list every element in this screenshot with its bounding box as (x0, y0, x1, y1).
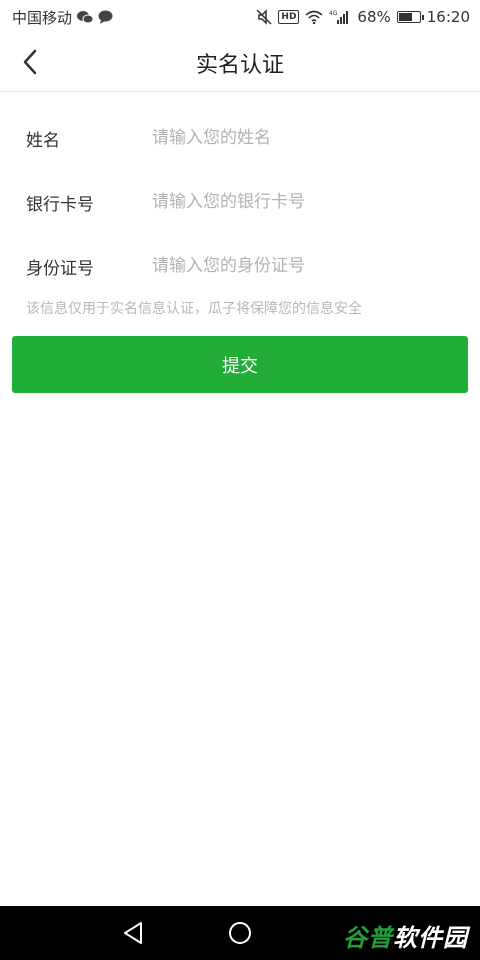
back-button[interactable] (10, 42, 50, 82)
mute-icon (256, 9, 272, 25)
back-triangle-icon (124, 922, 142, 944)
watermark-part-b: 软件园 (393, 924, 468, 952)
bank-card-label: 银行卡号 (26, 194, 94, 215)
name-input[interactable] (152, 118, 480, 158)
hd-icon: HD (278, 10, 300, 24)
nav-bar: 实名认证 (0, 34, 480, 92)
battery-fill (398, 13, 413, 21)
carrier-name: 中国移动 (12, 8, 73, 27)
network-type: 4G (329, 10, 338, 17)
verification-form: 姓名 银行卡号 身份证号 该信息仅用于实名信息认证，瓜子将保障您的信息安全 (0, 92, 480, 328)
page-title: 实名认证 (195, 52, 284, 78)
status-left: 中国移动 (12, 7, 113, 28)
battery-percent: 68% (357, 8, 391, 26)
name-label: 姓名 (26, 130, 60, 151)
chevron-left-icon (23, 49, 37, 75)
system-home-button[interactable] (225, 918, 255, 948)
privacy-hint: 该信息仅用于实名信息认证，瓜子将保障您的信息安全 (26, 301, 362, 317)
wechat-icon (77, 10, 94, 24)
status-bar: 中国移动 HD 4G 68% 16:20 (0, 0, 480, 34)
signal-icon: 4G (329, 9, 351, 25)
battery-icon (396, 11, 424, 23)
id-number-label: 身份证号 (26, 258, 94, 279)
system-back-button[interactable] (118, 918, 148, 948)
bank-card-input[interactable] (152, 182, 480, 222)
chat-bubble-icon (98, 10, 113, 24)
status-right: HD 4G 68% 16:20 (256, 8, 470, 26)
id-number-row: 身份证号 (0, 234, 480, 298)
watermark-logo: 谷普软件园 (343, 918, 468, 953)
clock: 16:20 (426, 8, 470, 26)
id-number-input[interactable] (152, 246, 480, 286)
home-circle-icon (229, 922, 251, 944)
name-row: 姓名 (0, 106, 480, 170)
wifi-icon (305, 10, 323, 24)
bank-card-row: 银行卡号 (0, 170, 480, 234)
watermark-part-a: 谷普 (343, 924, 393, 952)
submit-button[interactable]: 提交 (12, 336, 468, 393)
system-nav-bar: 谷普软件园 (0, 906, 480, 960)
